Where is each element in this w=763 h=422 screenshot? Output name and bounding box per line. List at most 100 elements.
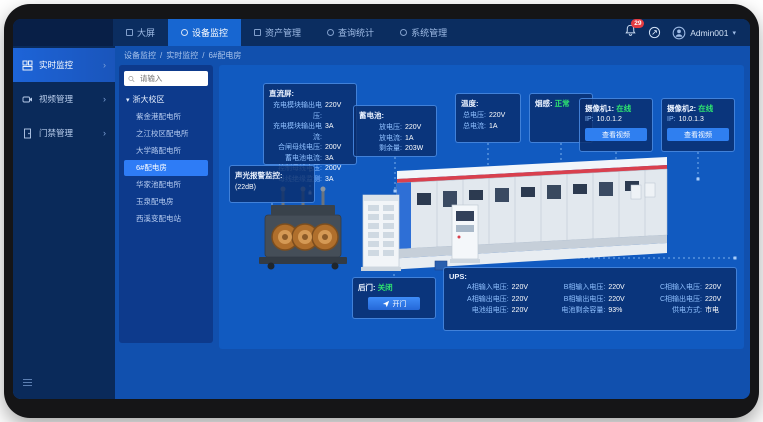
data-row: 充电模块输出电压:220V — [269, 101, 351, 122]
tab-dashboard[interactable]: 大屏 — [113, 19, 168, 46]
data-row: 剩余量:203W — [359, 144, 431, 155]
data-row: 放电流:1A — [359, 134, 431, 145]
data-row: 供电方式:市电 — [642, 306, 731, 317]
data-row: 充电模块输出电流:3A — [269, 122, 351, 143]
user-menu[interactable]: Admin001 ▾ — [672, 26, 736, 40]
tab-label: 大屏 — [137, 26, 155, 39]
tab-system-management[interactable]: 系统管理 — [387, 19, 460, 46]
fullscreen-button[interactable] — [648, 26, 661, 39]
data-row: 合闸母线电压:200V — [269, 143, 351, 154]
open-door-icon — [382, 300, 390, 308]
monitor-grid-icon — [22, 60, 33, 71]
sidebar-item-video-management[interactable]: 视频管理 › — [13, 82, 115, 116]
camera2-panel: 摄像机2: 在线 IP:10.0.1.3 查看视频 — [661, 98, 735, 152]
sound-alarm-panel: 声光报警监控: (22dB) — [229, 165, 315, 203]
sidebar-item-realtime-monitoring[interactable]: 实时监控 › — [13, 48, 115, 82]
notifications-button[interactable]: 29 — [624, 24, 637, 42]
battery-cabinet — [361, 195, 401, 271]
tree-item[interactable]: 西溪变配电站 — [124, 211, 208, 227]
tab-label: 资产管理 — [265, 26, 301, 39]
search-icon — [128, 75, 135, 83]
breadcrumb: 设备监控 / 实时监控 / 6#配电房 — [115, 46, 750, 65]
search-input[interactable] — [138, 73, 204, 84]
breadcrumb-item[interactable]: 实时监控 — [166, 50, 198, 61]
data-row: 电池剩余容量:93% — [546, 306, 635, 317]
app-window: 大屏 设备监控 资产管理 查询统计 系统管理 — [13, 19, 750, 399]
breadcrumb-item[interactable]: 6#配电房 — [208, 50, 241, 61]
station-tree-panel: ▾ 浙大校区 紫金港配电所 之江校区配电所 大学路配电所 6#配电房 华家池配电… — [119, 65, 213, 343]
notification-badge: 29 — [631, 19, 644, 28]
status-badge: 关闭 — [378, 283, 393, 292]
tree-item[interactable]: 之江校区配电所 — [124, 126, 208, 142]
tab-label: 设备监控 — [192, 26, 228, 39]
battery-panel: 蓄电池: 放电压:220V 放电流:1A 剩余量:203W — [353, 105, 437, 157]
chevron-right-icon: › — [103, 128, 106, 138]
tab-label: 查询统计 — [338, 26, 374, 39]
view-video-button[interactable]: 查看视频 — [585, 128, 647, 141]
main-area: 实时监控 › 视频管理 › 门禁管理 — [13, 46, 750, 399]
device-monitor-icon — [181, 29, 188, 36]
view-video-button[interactable]: 查看视频 — [667, 128, 729, 141]
tree-item[interactable]: 玉泉配电房 — [124, 194, 208, 210]
data-row: C相输出电压:220V — [642, 295, 731, 306]
gear-icon — [400, 29, 407, 36]
status-badge: 在线 — [698, 104, 713, 113]
tree-root-node[interactable]: ▾ 浙大校区 — [126, 94, 208, 105]
open-door-button[interactable]: 开门 — [368, 297, 420, 310]
data-row: B相输入电压:220V — [546, 283, 635, 294]
tab-asset-management[interactable]: 资产管理 — [241, 19, 314, 46]
switchgear-row — [371, 157, 667, 271]
status-line: 摄像机1: 在线 — [585, 103, 647, 114]
status-badge: 正常 — [555, 99, 570, 108]
panel-title: 蓄电池: — [359, 110, 431, 121]
panel-title: 直流屏: — [269, 88, 351, 99]
statistics-icon — [327, 29, 334, 36]
device-bezel: 大屏 设备监控 资产管理 查询统计 系统管理 — [4, 4, 759, 418]
data-row: A相输出电压:220V — [449, 295, 538, 306]
tree-item[interactable]: 华家池配电所 — [124, 177, 208, 193]
control-cabinet — [450, 205, 480, 263]
sidebar-item-label: 视频管理 — [39, 93, 73, 105]
ups-panel: UPS: A相输入电压:220V B相输入电压:220V C相输入电压:220V… — [443, 267, 737, 331]
sidebar: 实时监控 › 视频管理 › 门禁管理 — [13, 46, 115, 399]
ip-line: IP:10.0.1.2 — [585, 114, 647, 125]
camera1-panel: 摄像机1: 在线 IP:10.0.1.2 查看视频 — [579, 98, 653, 152]
asset-icon — [254, 29, 261, 36]
top-nav: 大屏 设备监控 资产管理 查询统计 系统管理 — [13, 19, 750, 46]
tree-collapse-icon: ▾ — [126, 96, 130, 104]
data-row: 电池组电压:220V — [449, 306, 538, 317]
tree-root-label: 浙大校区 — [133, 94, 165, 105]
status-line: 摄像机2: 在线 — [667, 103, 729, 114]
tree-item[interactable]: 紫金港配电所 — [124, 109, 208, 125]
sound-level-value: (22dB) — [235, 184, 309, 191]
room-3d-canvas: 直流屏: 充电模块输出电压:220V 充电模块输出电流:3A 合闸母线电压:20… — [219, 65, 744, 349]
tab-query-statistics[interactable]: 查询统计 — [314, 19, 387, 46]
logo-area — [13, 19, 113, 46]
tree-search-box[interactable] — [124, 71, 208, 86]
sidebar-item-access-control[interactable]: 门禁管理 › — [13, 116, 115, 150]
back-door-panel: 后门: 关闭 开门 — [352, 277, 436, 319]
data-row: 总电流:1A — [461, 122, 515, 133]
tab-device-monitoring[interactable]: 设备监控 — [168, 19, 241, 46]
ups-grid: A相输入电压:220V B相输入电压:220V C相输入电压:220V A相输出… — [449, 283, 731, 317]
data-row: 蓄电池电流:3A — [269, 154, 351, 165]
tree-item[interactable]: 大学路配电所 — [124, 143, 208, 159]
avatar-icon — [672, 26, 686, 40]
door-icon — [22, 128, 33, 139]
status-line: 后门: 关闭 — [358, 282, 430, 293]
breadcrumb-separator: / — [202, 51, 204, 60]
breadcrumb-item[interactable]: 设备监控 — [124, 50, 156, 61]
chevron-down-icon: ▾ — [732, 29, 736, 37]
fullscreen-icon — [648, 26, 661, 39]
ip-line: IP:10.0.1.3 — [667, 114, 729, 125]
panel-title: 声光报警监控: — [235, 170, 309, 181]
data-row: A相输入电压:220V — [449, 283, 538, 294]
status-badge: 在线 — [616, 104, 631, 113]
data-row: 总电压:220V — [461, 111, 515, 122]
tree-item-active[interactable]: 6#配电房 — [124, 160, 208, 176]
nav-tabs: 大屏 设备监控 资产管理 查询统计 系统管理 — [113, 19, 460, 46]
sidebar-collapse-button[interactable] — [22, 375, 33, 393]
collapse-menu-icon — [22, 377, 33, 388]
sidebar-item-label: 实时监控 — [39, 59, 73, 71]
panel-title: 温度: — [461, 98, 515, 109]
